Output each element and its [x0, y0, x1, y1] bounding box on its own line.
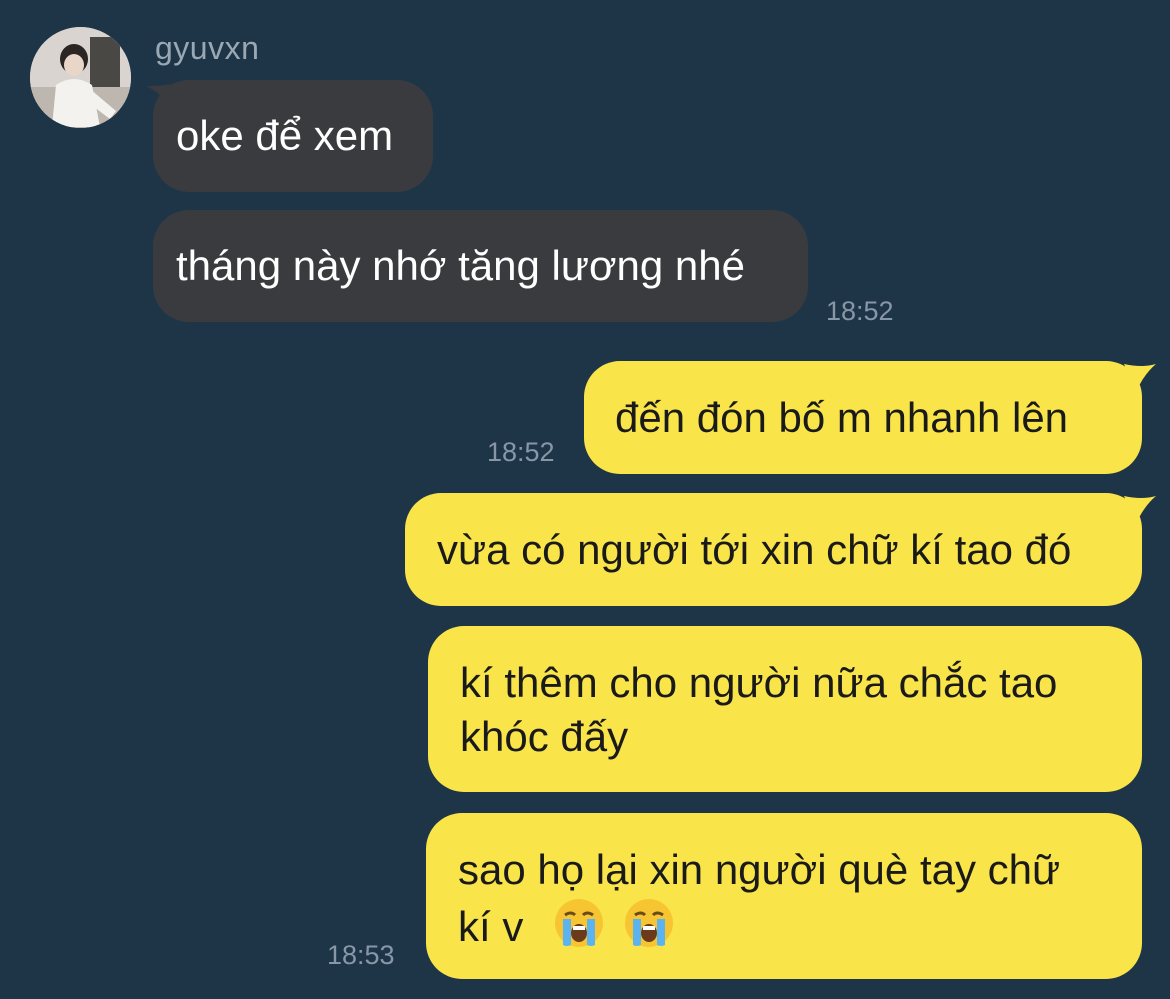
- message-text-line: khóc đấy: [460, 713, 629, 760]
- message-timestamp: 18:52: [487, 437, 555, 467]
- message-bubble-incoming[interactable]: oke để xem: [153, 80, 433, 192]
- loudly-crying-face-icon: [624, 899, 673, 947]
- sender-name: gyuvxn: [155, 30, 260, 66]
- message-text-line: kí v: [458, 897, 1142, 954]
- message-text-line: kí thêm cho người nữa chắc tao: [460, 659, 1058, 706]
- message-bubble-incoming[interactable]: tháng này nhớ tăng lương nhé: [153, 210, 808, 322]
- message-bubble-outgoing[interactable]: đến đón bố m nhanh lên: [584, 361, 1142, 474]
- message-text: vừa có người tới xin chữ kí tao đó: [437, 526, 1072, 573]
- message-text: oke để xem: [176, 112, 394, 159]
- avatar-photo: [30, 27, 131, 128]
- message-timestamp: 18:52: [826, 296, 894, 326]
- message-bubble-outgoing[interactable]: sao họ lại xin người què tay chữ kí v: [426, 813, 1142, 979]
- message-text-line: sao họ lại xin người què tay chữ: [458, 846, 1061, 893]
- message-timestamp: 18:53: [327, 940, 395, 970]
- message-bubble-outgoing[interactable]: vừa có người tới xin chữ kí tao đó: [405, 493, 1142, 606]
- message-text: tháng này nhớ tăng lương nhé: [176, 242, 745, 289]
- message-text: kí v: [458, 903, 524, 950]
- message-text: đến đón bố m nhanh lên: [615, 394, 1069, 441]
- contact-avatar[interactable]: [30, 27, 131, 128]
- message-bubble-outgoing[interactable]: kí thêm cho người nữa chắc tao khóc đấy: [428, 626, 1142, 792]
- loudly-crying-face-icon: [555, 899, 604, 947]
